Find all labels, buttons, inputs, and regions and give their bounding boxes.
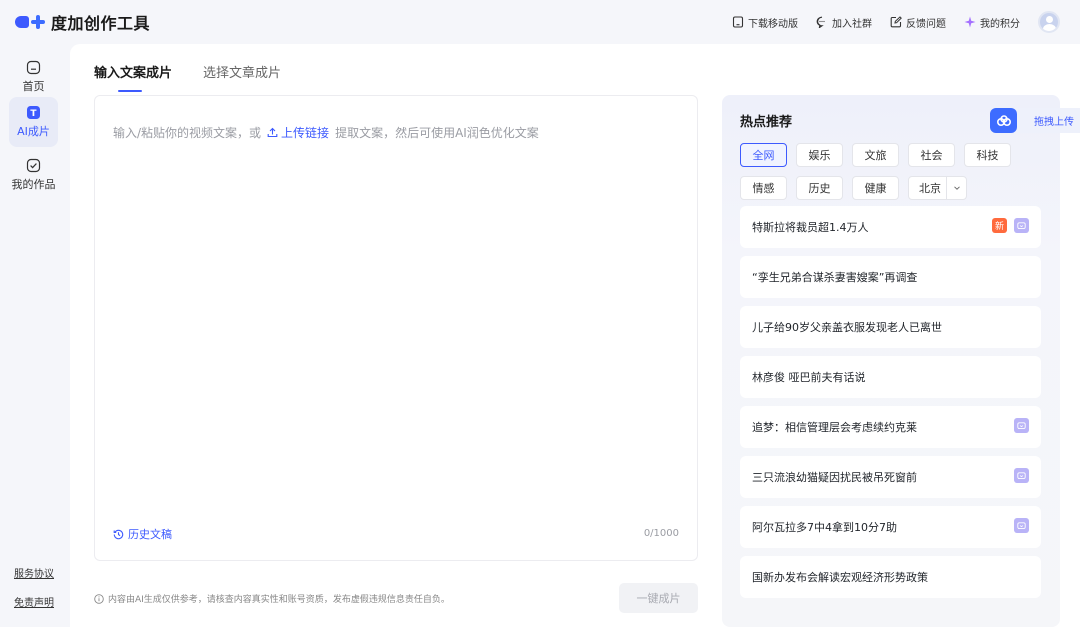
news-title: 追梦：相信管理层会考虑续约克莱 xyxy=(752,421,917,434)
sidebar-item-home[interactable]: 首页 xyxy=(9,52,58,102)
drag-upload-button[interactable]: 拖拽上传 xyxy=(990,108,1080,133)
join-community-label: 加入社群 xyxy=(832,18,872,30)
drag-upload-label: 拖拽上传 xyxy=(1034,117,1074,128)
chip-health[interactable]: 健康 xyxy=(852,176,899,200)
tablet-icon xyxy=(732,16,744,28)
region-select[interactable]: 北京 xyxy=(908,176,967,200)
sparkle-star-icon xyxy=(964,16,976,28)
region-select-value: 北京 xyxy=(919,182,941,195)
upload-link-label: 上传链接 xyxy=(281,126,330,140)
feedback-label: 反馈问题 xyxy=(906,18,946,30)
cloud-link-icon xyxy=(990,108,1017,133)
my-points-button[interactable]: 我的积分 xyxy=(964,15,1020,30)
ai-disclaimer: 内容由AI生成仅供参考，请核查内容真实性和账号资质，发布虚假违规信息责任自负。 xyxy=(94,592,450,605)
user-avatar[interactable] xyxy=(1038,11,1060,33)
news-title: 特斯拉将裁员超1.4万人 xyxy=(752,221,869,234)
chip-history[interactable]: 历史 xyxy=(796,176,843,200)
news-item[interactable]: 林彦俊 哑巴前夫有话说 xyxy=(740,356,1041,398)
copy-editor[interactable]: 输入/粘贴你的视频文案，或 上传链接 提取文案，然后可使用AI润色优化文案 历史… xyxy=(94,95,698,561)
news-item[interactable]: 国新办发布会解读宏观经济形势政策 xyxy=(740,556,1041,598)
edit-square-icon xyxy=(890,16,902,28)
video-badge-icon xyxy=(1014,218,1029,233)
sidebar-item-label: 我的作品 xyxy=(11,178,56,191)
history-clock-icon xyxy=(113,529,124,540)
news-item[interactable]: 三只流浪幼猫疑因扰民被吊死窗前 xyxy=(740,456,1041,498)
chat-bubble-icon xyxy=(816,16,828,28)
news-item[interactable]: 阿尔瓦拉多7中4拿到10分7助 xyxy=(740,506,1041,548)
hint-after: 提取文案，然后可使用AI润色优化文案 xyxy=(335,126,539,140)
chip-emotion[interactable]: 情感 xyxy=(740,176,787,200)
news-item[interactable]: “孪生兄弟合谋杀妻害嫂案”再调查 xyxy=(740,256,1041,298)
join-community-button[interactable]: 加入社群 xyxy=(816,15,872,30)
news-item[interactable]: 儿子给90岁父亲盖衣服发现老人已离世 xyxy=(740,306,1041,348)
history-drafts-button[interactable]: 历史文稿 xyxy=(113,526,172,542)
news-title: 阿尔瓦拉多7中4拿到10分7助 xyxy=(752,521,897,534)
news-title: 儿子给90岁父亲盖衣服发现老人已离世 xyxy=(752,321,942,334)
main-panel: 输入文案成片 选择文章成片 输入/粘贴你的视频文案，或 上传链接 提取文案，然后… xyxy=(70,44,1080,627)
news-badges: 新 xyxy=(992,218,1029,233)
news-badges xyxy=(1014,418,1029,433)
news-title: 林彦俊 哑巴前夫有话说 xyxy=(752,371,866,384)
home-icon xyxy=(26,60,41,75)
info-icon xyxy=(94,593,104,604)
news-title: “孪生兄弟合谋杀妻害嫂案”再调查 xyxy=(752,271,918,284)
upload-link-button[interactable]: 上传链接 xyxy=(267,124,329,141)
sidebar-item-label: 首页 xyxy=(22,80,45,93)
disclaimer-link[interactable]: 免责声明 xyxy=(0,594,68,609)
svg-text:T: T xyxy=(30,109,37,119)
tab-select-article[interactable]: 选择文章成片 xyxy=(203,62,281,86)
sidebar-item-my-works[interactable]: 我的作品 xyxy=(9,150,58,200)
logo-mark-icon xyxy=(15,15,45,29)
disclaimer-text: 内容由AI生成仅供参考，请核查内容真实性和账号资质，发布虚假违规信息责任自负。 xyxy=(108,595,450,605)
tab-input-copy[interactable]: 输入文案成片 xyxy=(94,62,172,92)
hot-recommend-panel: 热点推荐 全网 娱乐 文旅 社会 科技 情感 历史 健康 北京 特斯拉将裁员超1… xyxy=(722,95,1060,627)
feedback-button[interactable]: 反馈问题 xyxy=(890,15,946,30)
char-counter: 0/1000 xyxy=(643,528,679,539)
chip-tech[interactable]: 科技 xyxy=(964,143,1011,167)
one-click-generate-button[interactable]: 一键成片 xyxy=(619,583,698,613)
top-bar: 度加创作工具 下载移动版 加入社群 反馈问题 我的积分 xyxy=(0,0,1080,44)
chevron-down-icon xyxy=(946,177,966,199)
chip-entertainment[interactable]: 娱乐 xyxy=(796,143,843,167)
sidebar-item-ai-clip[interactable]: T AI成片 xyxy=(9,97,58,147)
hot-panel-title: 热点推荐 xyxy=(740,115,793,130)
video-badge-icon xyxy=(1014,418,1029,433)
video-badge-icon xyxy=(1014,518,1029,533)
new-badge: 新 xyxy=(992,218,1007,233)
chip-society[interactable]: 社会 xyxy=(908,143,955,167)
app-name: 度加创作工具 xyxy=(51,14,151,33)
chip-all[interactable]: 全网 xyxy=(740,143,787,167)
download-mobile-button[interactable]: 下载移动版 xyxy=(732,15,798,30)
news-title: 三只流浪幼猫疑因扰民被吊死窗前 xyxy=(752,471,917,484)
app-logo[interactable]: 度加创作工具 xyxy=(15,10,150,34)
top-actions: 下载移动版 加入社群 反馈问题 我的积分 xyxy=(732,0,1060,44)
my-points-label: 我的积分 xyxy=(980,18,1020,30)
chip-culture-travel[interactable]: 文旅 xyxy=(852,143,899,167)
check-box-icon xyxy=(26,158,41,173)
history-drafts-label: 历史文稿 xyxy=(128,528,172,541)
news-title: 国新办发布会解读宏观经济形势政策 xyxy=(752,571,928,584)
video-badge-icon xyxy=(1014,468,1029,483)
news-item[interactable]: 特斯拉将裁员超1.4万人 新 xyxy=(740,206,1041,248)
service-agreement-link[interactable]: 服务协议 xyxy=(0,565,68,580)
upload-icon xyxy=(267,127,278,138)
ai-clip-icon: T xyxy=(26,105,41,120)
editor-placeholder: 输入/粘贴你的视频文案，或 上传链接 提取文案，然后可使用AI润色优化文案 xyxy=(113,124,539,141)
download-mobile-label: 下载移动版 xyxy=(748,18,798,30)
sidebar: 首页 T AI成片 我的作品 服务协议 免责声明 xyxy=(0,44,68,627)
tab-bar: 输入文案成片 选择文章成片 xyxy=(94,62,281,92)
sidebar-item-label: AI成片 xyxy=(17,125,50,138)
hint-before: 输入/粘贴你的视频文案，或 xyxy=(113,126,262,140)
news-item[interactable]: 追梦：相信管理层会考虑续约克莱 xyxy=(740,406,1041,448)
news-badges xyxy=(1014,468,1029,483)
news-badges xyxy=(1014,518,1029,533)
